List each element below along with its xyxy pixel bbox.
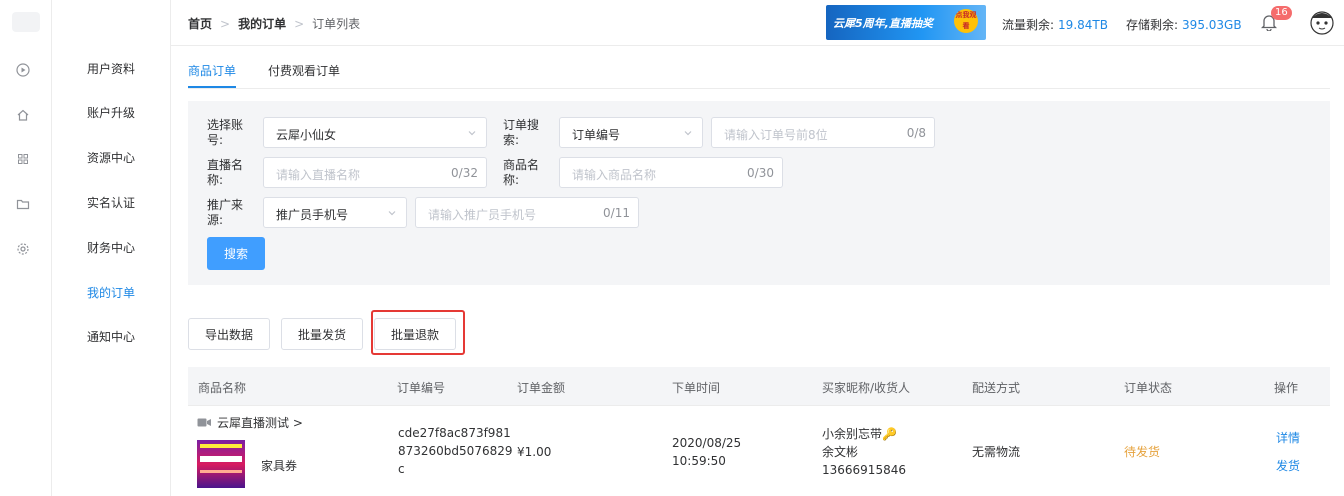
table-header: 商品名称 订单编号 订单金额 下单时间 买家昵称/收货人 配送方式 订单状态 操… bbox=[188, 367, 1330, 405]
account-select-value: 云犀小仙女 bbox=[276, 128, 337, 142]
top-bar: 首页 > 我的订单 > 订单列表 云犀5周年,直播抽奖 点我观看 流量剩余: 19.84T… bbox=[171, 0, 1344, 46]
tab-divider bbox=[188, 88, 1330, 89]
icon-rail bbox=[0, 0, 52, 496]
order-number-counter: 0/8 bbox=[906, 126, 926, 140]
menu-item-profile[interactable]: 用户资料 bbox=[87, 60, 135, 77]
promoter-phone-placeholder: 请输入推广员手机号 bbox=[428, 208, 537, 222]
col-status: 订单状态 bbox=[1124, 381, 1173, 395]
source-select-value: 推广员手机号 bbox=[276, 208, 349, 222]
col-order-time: 下单时间 bbox=[672, 381, 721, 395]
order-time: 10:59:50 bbox=[672, 454, 726, 468]
col-order-number: 订单编号 bbox=[397, 381, 446, 395]
logo bbox=[12, 12, 40, 32]
status-badge: 待发货 bbox=[1124, 445, 1161, 459]
live-name-link[interactable]: 云犀直播测试 > bbox=[217, 414, 303, 432]
traffic-label: 流量剩余: bbox=[1002, 18, 1055, 32]
order-search-type-value: 订单编号 bbox=[572, 128, 621, 142]
col-actions: 操作 bbox=[1274, 381, 1299, 395]
chevron-down-icon bbox=[684, 131, 692, 136]
source-select[interactable]: 推广员手机号 bbox=[263, 197, 407, 228]
video-camera-icon bbox=[197, 418, 211, 427]
export-data-button[interactable]: 导出数据 bbox=[188, 318, 270, 350]
storage-label: 存储剩余: bbox=[1126, 18, 1179, 32]
live-name-input[interactable]: 请输入直播名称 0/32 bbox=[263, 157, 487, 188]
order-number-line-2: 873260bd5076829 bbox=[398, 444, 513, 458]
order-number-line-3: c bbox=[398, 462, 405, 476]
buyer-nickname: 小余别忘带🔑 bbox=[822, 427, 897, 441]
menu-item-resources[interactable]: 资源中心 bbox=[87, 149, 135, 166]
account-label: 选择账号: bbox=[207, 118, 244, 147]
col-amount: 订单金额 bbox=[517, 381, 566, 395]
side-menu: 用户资料 账户升级 资源中心 实名认证 财务中心 我的订单 通知中心 bbox=[52, 0, 171, 496]
tab-paid-view-orders[interactable]: 付费观看订单 bbox=[268, 62, 340, 79]
account-select[interactable]: 云犀小仙女 bbox=[263, 117, 487, 148]
promo-coin-badge: 点我观看 bbox=[954, 9, 978, 33]
detail-link[interactable]: 详情 bbox=[1276, 429, 1300, 447]
col-delivery: 配送方式 bbox=[972, 381, 1021, 395]
breadcrumb: 首页 > 我的订单 > 订单列表 bbox=[188, 15, 360, 32]
live-name-counter: 0/32 bbox=[451, 166, 478, 180]
promoter-phone-counter: 0/11 bbox=[603, 206, 630, 220]
menu-item-orders[interactable]: 我的订单 bbox=[87, 284, 135, 301]
tab-product-orders[interactable]: 商品订单 bbox=[188, 62, 236, 79]
menu-item-verification[interactable]: 实名认证 bbox=[87, 194, 135, 211]
live-name-placeholder: 请输入直播名称 bbox=[276, 168, 361, 182]
order-search-label: 订单搜索: bbox=[503, 118, 540, 147]
product-name-label: 商品名称: bbox=[503, 158, 540, 187]
source-label: 推广来源: bbox=[207, 198, 244, 227]
notification-badge: 16 bbox=[1271, 6, 1292, 20]
highlight-box bbox=[371, 310, 465, 355]
order-number-placeholder: 请输入订单号前8位 bbox=[724, 128, 828, 142]
promoter-phone-input[interactable]: 请输入推广员手机号 0/11 bbox=[415, 197, 639, 228]
chevron-right-icon: > bbox=[294, 17, 305, 31]
chevron-down-icon bbox=[468, 131, 476, 136]
batch-ship-button[interactable]: 批量发货 bbox=[281, 318, 363, 350]
col-buyer: 买家昵称/收货人 bbox=[822, 381, 911, 395]
order-amount: ¥1.00 bbox=[517, 445, 552, 459]
product-name: 家具券 bbox=[261, 459, 298, 473]
traffic-quota: 流量剩余: 19.84TB bbox=[1002, 16, 1108, 33]
product-name-input[interactable]: 请输入商品名称 0/30 bbox=[559, 157, 783, 188]
breadcrumb-current: 订单列表 bbox=[312, 17, 361, 31]
product-thumbnail bbox=[197, 440, 245, 488]
promo-banner-text: 云犀5周年,直播抽奖 bbox=[833, 17, 933, 30]
play-icon[interactable] bbox=[16, 63, 30, 77]
menu-item-finance[interactable]: 财务中心 bbox=[87, 239, 135, 256]
order-search-type-select[interactable]: 订单编号 bbox=[559, 117, 703, 148]
ship-link[interactable]: 发货 bbox=[1276, 457, 1300, 475]
search-button[interactable]: 搜索 bbox=[207, 237, 265, 270]
menu-item-notifications[interactable]: 通知中心 bbox=[87, 328, 135, 345]
table-row-divider bbox=[188, 405, 1330, 406]
delivery-method: 无需物流 bbox=[972, 445, 1021, 459]
gear-icon[interactable] bbox=[16, 242, 30, 256]
home-icon[interactable] bbox=[16, 108, 30, 122]
product-name-placeholder: 请输入商品名称 bbox=[572, 168, 657, 182]
breadcrumb-orders[interactable]: 我的订单 bbox=[238, 17, 286, 31]
menu-item-upgrade[interactable]: 账户升级 bbox=[87, 104, 135, 121]
promo-banner[interactable]: 云犀5周年,直播抽奖 点我观看 bbox=[826, 5, 986, 40]
order-number-line-1: cde27f8ac873f981 bbox=[398, 426, 511, 440]
storage-quota: 存储剩余: 395.03GB bbox=[1126, 16, 1242, 33]
product-name-counter: 0/30 bbox=[747, 166, 774, 180]
buyer-phone: 13666915846 bbox=[822, 463, 906, 477]
col-product-name: 商品名称 bbox=[198, 381, 247, 395]
avatar[interactable] bbox=[1309, 8, 1335, 36]
grid-icon[interactable] bbox=[16, 152, 30, 166]
order-date: 2020/08/25 bbox=[672, 436, 742, 450]
live-name-label: 直播名称: bbox=[207, 158, 244, 187]
traffic-value: 19.84TB bbox=[1058, 18, 1108, 32]
order-number-input[interactable]: 请输入订单号前8位 0/8 bbox=[711, 117, 935, 148]
buyer-name: 余文彬 bbox=[822, 445, 859, 459]
chevron-right-icon: > bbox=[220, 17, 231, 31]
breadcrumb-home[interactable]: 首页 bbox=[188, 17, 212, 31]
folder-icon[interactable] bbox=[16, 197, 30, 211]
chevron-down-icon bbox=[388, 211, 396, 216]
storage-value: 395.03GB bbox=[1182, 18, 1242, 32]
